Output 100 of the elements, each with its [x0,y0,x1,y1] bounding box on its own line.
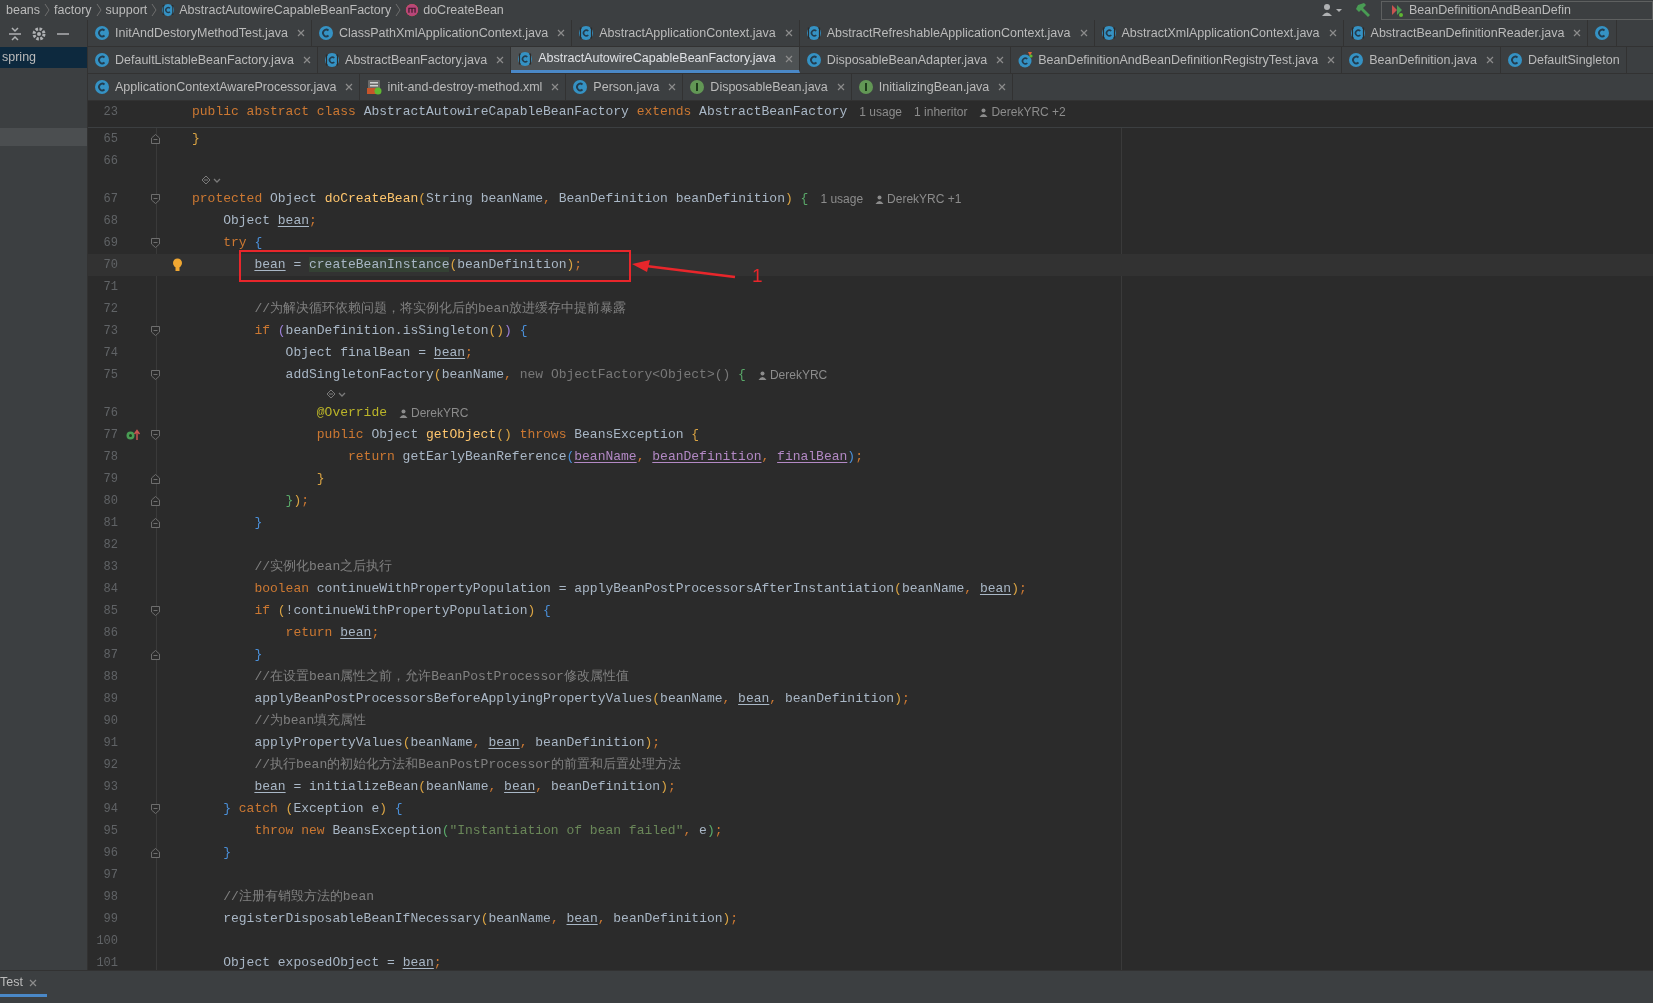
close-icon[interactable] [1079,29,1088,37]
close-icon[interactable] [557,29,566,37]
line-number: 71 [103,280,118,294]
class-icon [572,79,589,95]
code-line: Object exposedObject = bean; [223,954,442,970]
line-number: 72 [103,302,118,316]
close-icon[interactable] [1327,56,1336,64]
usage-hint[interactable]: 1 usage [820,190,864,208]
code-line: //为bean填充属性 [254,712,367,731]
author-hint[interactable]: DerekYRC +1 [887,190,962,208]
class-icon [1506,52,1523,68]
breadcrumb-item[interactable]: factory [54,0,92,20]
chevron-icon [395,3,402,17]
code-line: //在设置bean属性之前，允许BeanPostProcessor修改属性值 [254,668,629,687]
fold-marker-icon[interactable] [150,650,160,660]
breadcrumb-item[interactable]: support [105,0,148,20]
class-icon [805,52,822,68]
line-number: 68 [103,214,118,228]
line-number: 69 [103,236,118,250]
fold-marker-icon[interactable] [150,194,160,204]
line-number: 75 [103,368,118,382]
line-number: 96 [103,846,118,860]
fold-marker-icon[interactable] [150,474,160,484]
close-icon[interactable] [496,56,505,64]
fold-marker-icon[interactable] [150,326,160,336]
code-line: applyBeanPostProcessorsBeforeApplyingPropertyValues(beanName, bean, beanDefinition); [254,690,910,709]
fold-marker-icon[interactable] [150,238,160,248]
code-vision-icon[interactable] [324,388,347,400]
fold-marker-icon[interactable] [150,606,160,616]
close-icon[interactable] [297,29,305,37]
fold-marker-icon[interactable] [150,430,160,440]
code-line: bean = initializeBean(beanName, bean, beanDefinition); [254,778,676,797]
tree-item[interactable]: spring [0,47,87,68]
interface-icon [857,79,874,95]
close-icon[interactable] [28,978,37,987]
run-config-label: BeanDefinitionAndBeanDefin [1409,1,1571,19]
close-icon[interactable] [668,83,677,91]
close-icon[interactable] [998,83,1007,91]
usage-hint[interactable]: 1 usage [859,103,903,121]
settings-icon[interactable] [32,26,46,41]
line-number: 98 [103,890,118,904]
class-icon [318,25,334,41]
code-line: Object bean; [223,212,317,231]
code-line: //实例化bean之后执行 [254,558,393,577]
breadcrumb-item[interactable]: AbstractAutowireCapableBeanFactory [179,0,392,20]
line-number: 65 [103,132,118,146]
line-number: 79 [103,472,118,486]
line-number: 87 [103,648,118,662]
author-hint[interactable]: DerekYRC [411,404,469,422]
close-icon[interactable] [784,54,793,63]
code-line: //为解决循环依赖问题，将实例化后的bean放进缓存中提前暴露 [254,300,627,319]
breadcrumb-item[interactable]: beans [6,0,41,20]
fold-marker-icon[interactable] [150,848,160,858]
line-number: 97 [103,868,118,882]
usage-hint[interactable]: 1 inheritor [914,103,968,121]
line-number: 100 [96,934,118,948]
code-line: registerDisposableBeanIfNecessary(beanName, bean, beanDefinition); [223,910,739,929]
code-line: } [316,470,325,489]
close-icon[interactable] [784,29,793,37]
person-icon [399,408,408,418]
code-line: Object finalBean = bean; [285,344,473,363]
close-icon[interactable] [836,83,845,91]
fold-marker-icon[interactable] [150,496,160,506]
close-icon[interactable] [345,83,354,91]
bulb-icon[interactable] [171,258,183,272]
test-class-icon [1017,52,1034,68]
author-hint[interactable]: DerekYRC +2 [991,103,1066,121]
fold-marker-icon[interactable] [150,134,160,144]
line-number: 80 [103,494,118,508]
breadcrumb-item[interactable]: doCreateBean [423,0,504,20]
code-vision-icon[interactable] [199,174,222,186]
line-number: 66 [103,154,118,168]
close-icon[interactable] [996,56,1005,64]
override-icon[interactable] [126,429,140,441]
run-configuration[interactable]: BeanDefinitionAndBeanDefin [1381,0,1653,20]
fold-marker-icon[interactable] [150,370,160,380]
line-number: 78 [103,450,118,464]
line-number: 76 [103,406,118,420]
class-icon [94,25,110,41]
author-hint[interactable]: DerekYRC [769,366,828,384]
line-number: 85 [103,604,118,618]
fold-marker-icon[interactable] [150,804,160,814]
tool-window-tab[interactable]: Test [0,971,47,997]
close-icon[interactable] [1573,29,1582,37]
fold-marker-icon[interactable] [150,518,160,528]
line-number: 23 [103,105,118,119]
collapse-icon[interactable] [8,26,22,41]
close-icon[interactable] [1328,29,1337,37]
code-line: }); [285,492,310,511]
code-line: public Object getObject() throws BeansException { [316,426,700,445]
code-line: } [254,514,263,533]
close-icon[interactable] [1485,56,1494,64]
line-number: 73 [103,324,118,338]
code-line: return bean; [285,624,380,643]
hammer-icon[interactable] [1355,2,1371,18]
code-line: applyPropertyValues(beanName, bean, beanDefinition); [254,734,661,753]
editor-tab[interactable]: AbstractAutowireCapableBeanFactory.java [511,47,800,73]
close-icon[interactable] [551,83,560,91]
user-icon[interactable] [1321,3,1345,17]
close-icon[interactable] [303,56,312,64]
